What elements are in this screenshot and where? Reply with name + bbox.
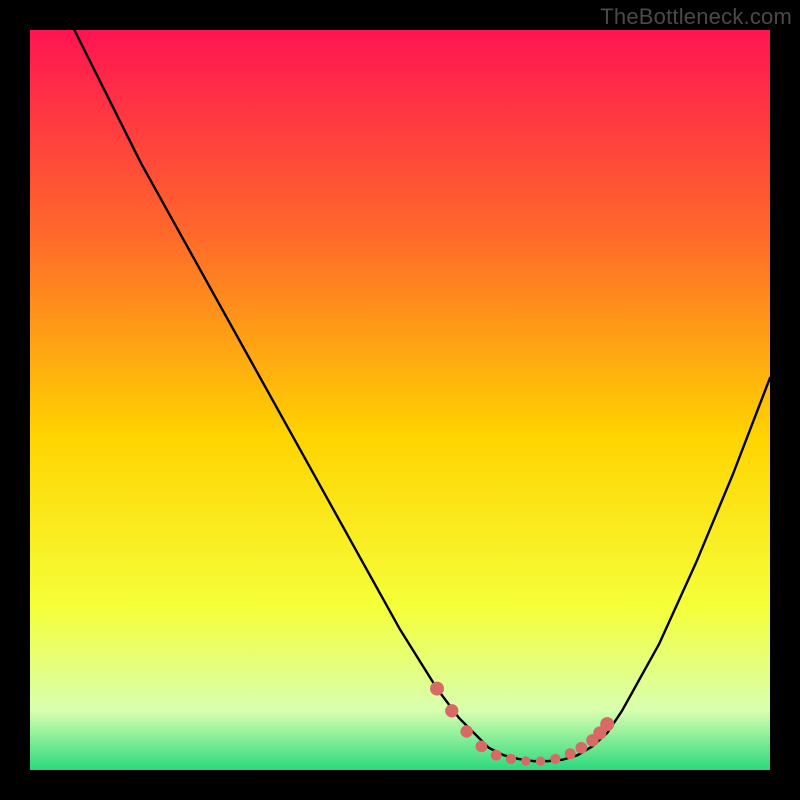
marker-dot [460,725,472,737]
marker-dot [491,750,502,761]
marker-dot [575,742,587,754]
marker-dot [506,754,516,764]
marker-dot [521,756,530,765]
gradient-background [30,30,770,770]
marker-dot [600,717,614,731]
marker-dot [550,754,560,764]
marker-dot [476,740,488,752]
marker-dot [536,756,545,765]
marker-dot [565,748,576,759]
plot-frame [30,30,770,770]
marker-dot [445,704,458,717]
bottleneck-chart [30,30,770,770]
watermark-text: TheBottleneck.com [600,4,792,30]
marker-dot [430,682,444,696]
